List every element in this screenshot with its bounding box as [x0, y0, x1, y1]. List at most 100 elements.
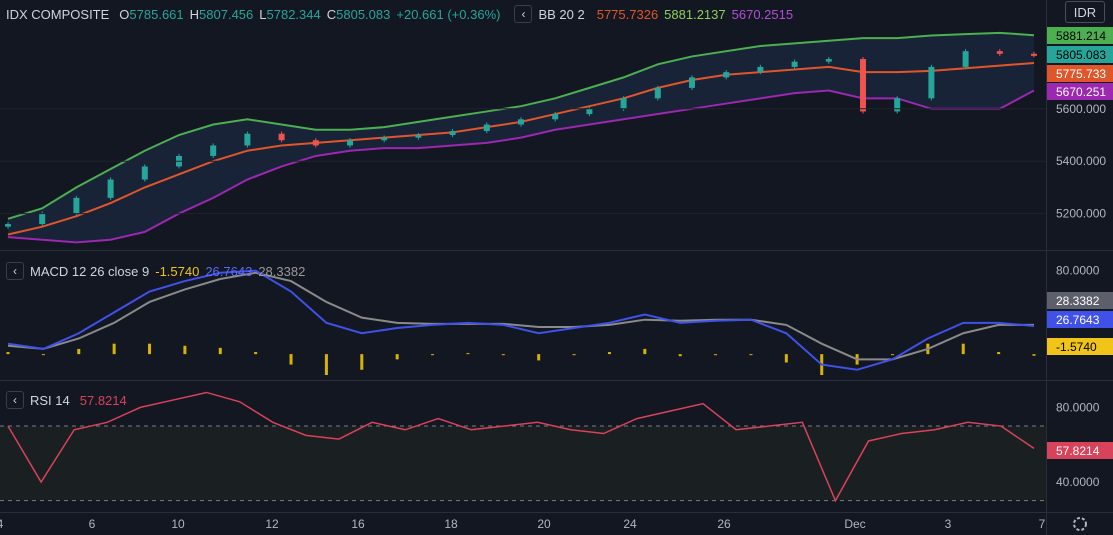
candle-body: [996, 51, 1003, 54]
price-value-tag-label: 5775.733: [1056, 67, 1106, 81]
macd-histogram-bar: [537, 354, 541, 361]
candle-body: [1031, 53, 1037, 56]
time-axis-divider: [0, 512, 1113, 513]
macd-histogram-bar: [183, 345, 187, 355]
macd-signal-line: [7, 271, 1034, 361]
macd-tick-label: 80.0000: [1056, 264, 1100, 278]
time-tick-label: 3: [945, 517, 952, 531]
time-tick-label: 18: [444, 517, 458, 531]
chevron-left-icon: ‹: [13, 264, 17, 278]
rsi-value-tag-label: 57.8214: [1056, 444, 1100, 458]
candle-body: [860, 59, 866, 112]
macd-histogram-bar: [714, 354, 718, 356]
macd-histogram-bar: [254, 352, 258, 355]
candle-body: [620, 98, 627, 109]
candle-body: [757, 66, 764, 73]
bb-lower-value: 5670.2515: [731, 6, 794, 22]
macd-histogram-bar: [395, 354, 399, 360]
macd-histogram-bar: [360, 354, 364, 370]
collapse-indicators-button[interactable]: ‹: [514, 5, 533, 23]
macd-legend: ‹ MACD 12 26 close 9 -1.5740 26.7643 28.…: [6, 262, 305, 280]
candle-body: [39, 213, 46, 225]
macd-histogram-bar: [41, 354, 45, 356]
macd-histogram-bar: [607, 352, 611, 355]
candle-body: [791, 61, 798, 67]
candle-body: [825, 59, 832, 62]
price-legend: IDX COMPOSITE O5785.661 H5807.456 L5782.…: [6, 5, 793, 23]
time-tick-label: 24: [623, 517, 637, 531]
rsi-pane[interactable]: [0, 391, 1046, 503]
candle-body: [415, 135, 422, 138]
time-tick-label: Dec: [844, 517, 865, 531]
time-tick-label: 16: [351, 517, 365, 531]
rsi-value: 57.8214: [79, 392, 127, 408]
macd-histogram-bar: [289, 354, 293, 365]
open-label: O: [119, 6, 130, 22]
candle-body: [723, 72, 730, 78]
price-scale-divider: [1046, 0, 1047, 535]
candle-body: [586, 108, 593, 115]
price-value-tag-label: 5805.083: [1056, 48, 1106, 62]
macd-histogram-bar: [784, 354, 788, 363]
candle-body: [483, 124, 490, 132]
bb-upper-value: 5881.2137: [664, 6, 726, 22]
candle-body: [347, 140, 353, 146]
pane-divider[interactable]: [0, 380, 1113, 381]
high-value: 5807.456: [199, 6, 254, 22]
macd-value-tag-label: -1.5740: [1056, 340, 1097, 354]
price-tick-label: 5600.000: [1056, 102, 1106, 116]
collapse-rsi-button[interactable]: ‹: [6, 391, 24, 409]
time-tick-label: 20: [537, 517, 551, 531]
open-value: 5785.661: [129, 6, 184, 22]
pane-divider[interactable]: [0, 250, 1113, 251]
macd-histogram-bar: [218, 347, 222, 355]
macd-indicator-name[interactable]: MACD 12 26 close 9: [30, 264, 149, 279]
time-tick-label: 26: [717, 517, 731, 531]
macd-value: 26.7643: [205, 263, 253, 279]
price-tick-label: 5200.000: [1056, 207, 1106, 221]
macd-histogram-bar: [643, 348, 647, 355]
price-value-tag-label: 5881.214: [1056, 29, 1106, 43]
candle-body: [107, 179, 114, 198]
macd-histogram-bar: [112, 343, 116, 355]
macd-histogram-bar: [678, 354, 682, 357]
rsi-band-fill: [0, 426, 1046, 501]
macd-histogram-bar: [466, 353, 470, 355]
macd-histogram-bar: [1032, 354, 1036, 356]
collapse-macd-button[interactable]: ‹: [6, 262, 24, 280]
chevron-left-icon: ‹: [521, 7, 526, 21]
macd-histogram-bar: [77, 348, 81, 355]
time-tick-label: 10: [171, 517, 185, 531]
price-pane[interactable]: [0, 31, 1046, 244]
low-label: L: [259, 6, 267, 22]
time-tick-label: 6: [89, 517, 96, 531]
rsi-indicator-name[interactable]: RSI 14: [30, 393, 70, 408]
macd-hist-value: -1.5740: [155, 263, 200, 279]
change-value: +20.661 (+0.36%): [396, 6, 501, 22]
rsi-legend: ‹ RSI 14 57.8214: [6, 391, 127, 409]
macd-histogram-bar: [890, 354, 894, 356]
macd-histogram-bar: [6, 352, 10, 355]
price-tick-label: 5400.000: [1056, 154, 1106, 168]
close-value: 5805.083: [336, 6, 391, 22]
bb-indicator-name[interactable]: BB 20 2: [538, 7, 584, 22]
candle-body: [244, 133, 251, 146]
macd-value-tag-label: 28.3382: [1056, 294, 1100, 308]
gear-icon[interactable]: [1073, 517, 1087, 531]
candle-body: [278, 133, 285, 141]
price-value-tag-label: 5670.251: [1056, 85, 1106, 99]
candle-body: [73, 197, 80, 214]
candle-body: [141, 166, 148, 180]
rsi-tick-label: 40.0000: [1056, 475, 1100, 489]
currency-label: IDR: [1073, 4, 1097, 20]
macd-pane[interactable]: [6, 269, 1036, 375]
time-tick-label: 12: [265, 517, 279, 531]
candle-body: [449, 131, 456, 135]
symbol-name[interactable]: IDX COMPOSITE: [6, 7, 109, 22]
macd-histogram-bar: [749, 354, 753, 356]
currency-selector[interactable]: IDR: [1065, 1, 1105, 23]
chevron-left-icon: ‹: [13, 393, 17, 407]
low-value: 5782.344: [266, 6, 321, 22]
macd-histogram-bar: [501, 354, 505, 356]
time-tick-label: 7: [1039, 517, 1046, 531]
